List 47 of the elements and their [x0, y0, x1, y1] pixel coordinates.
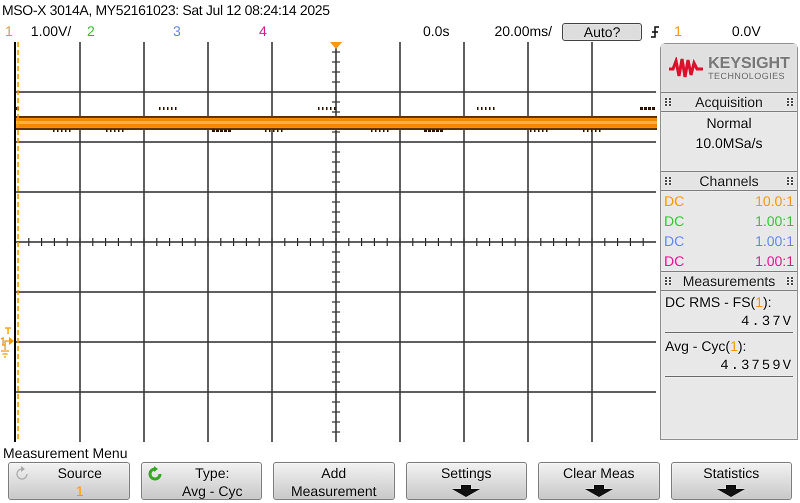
timebase: 20.00ms/	[494, 22, 552, 41]
measurement-label: DC RMS - FS(1):	[665, 293, 773, 312]
logo-name: KEYSIGHT	[708, 56, 790, 72]
grip-icon	[665, 177, 671, 185]
section-title: Channels	[699, 172, 759, 190]
probe-ratio: 10.0:1	[755, 192, 794, 211]
trigger-source: 1	[674, 22, 682, 41]
run-mode-button[interactable]: Auto?	[562, 22, 642, 40]
channel-scale: 1.00V/	[30, 22, 72, 41]
channel-coupling: DC	[664, 252, 684, 271]
logo-icon	[668, 57, 704, 79]
grip-icon	[787, 177, 793, 185]
measurement-value: 4.37V	[740, 313, 793, 332]
channel-number[interactable]: 4	[259, 23, 267, 39]
cycle-icon	[14, 466, 30, 482]
trigger-level: 0.0V	[732, 22, 761, 41]
probe-ratio: 1.00:1	[755, 212, 794, 231]
logo-subtitle: TECHNOLOGIES	[708, 72, 786, 80]
down-arrow-icon	[452, 485, 480, 497]
section-title: Measurements	[682, 272, 776, 290]
down-arrow-icon	[717, 485, 746, 497]
probe-ratio: 1.00:1	[755, 252, 794, 271]
time-offset: 0.0s	[423, 22, 450, 41]
probe-ratio: 1.00:1	[755, 232, 794, 251]
grip-icon	[787, 277, 793, 285]
acquisition-mode: Normal	[706, 114, 752, 133]
grip-icon	[665, 98, 671, 106]
softkey-button[interactable]: Clear Meas	[538, 462, 660, 500]
channel-coupling: DC	[664, 192, 684, 211]
section-title: Acquisition	[695, 92, 763, 112]
measurement-label: Avg - Cyc(1):	[665, 337, 748, 356]
trigger-position-icon	[330, 42, 342, 49]
softkey-button[interactable]: Statistics	[670, 462, 792, 500]
sample-rate: 10.0MSa/s	[696, 134, 762, 153]
softkey-button[interactable]: Add Measurement	[273, 462, 394, 500]
grip-icon	[665, 277, 671, 285]
cycle-icon	[146, 466, 162, 482]
window-title: MSO-X 3014A, MY52161023: Sat Jul 12 08:24:14 2025	[2, 1, 330, 20]
measurement-value: 4.3759V	[720, 357, 793, 376]
softkey-button[interactable]: Type: Avg - Cyc	[140, 462, 262, 500]
channel-coupling: DC	[664, 232, 684, 251]
trigger-edge-icon	[650, 26, 660, 38]
channel-coupling: DC	[664, 212, 684, 231]
down-arrow-icon	[584, 485, 613, 497]
softkey-button[interactable]: Settings	[406, 462, 527, 500]
grip-icon	[786, 98, 793, 106]
menu-title: Measurement Menu	[3, 444, 128, 462]
